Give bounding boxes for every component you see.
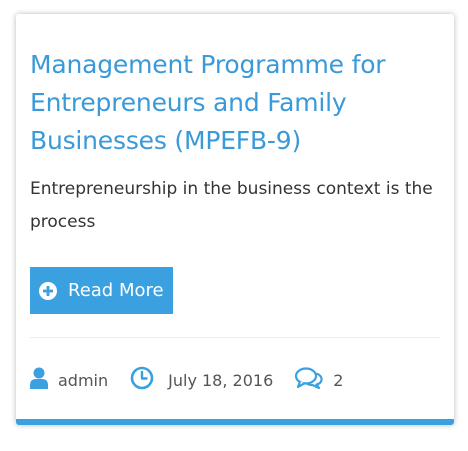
clock-icon	[130, 366, 154, 394]
post-title[interactable]: Management Programme for Entrepreneurs a…	[30, 14, 440, 160]
comments-icon	[295, 367, 323, 393]
user-icon	[30, 367, 48, 393]
divider	[30, 337, 440, 338]
plus-circle-icon	[39, 281, 57, 300]
comments-count: 2	[333, 370, 344, 390]
author-name: admin	[58, 370, 109, 390]
post-date: July 18, 2016	[130, 366, 273, 394]
post-comments[interactable]: 2	[295, 367, 343, 393]
post-author[interactable]: admin	[30, 367, 108, 393]
post-card: Management Programme for Entrepreneurs a…	[16, 14, 454, 425]
post-excerpt: Entrepreneurship in the business context…	[30, 179, 433, 232]
read-more-button[interactable]: Read More	[30, 267, 173, 314]
post-meta: admin July 18, 2016 2	[30, 366, 440, 394]
read-more-label: Read More	[68, 280, 164, 301]
date-text: July 18, 2016	[168, 370, 274, 390]
